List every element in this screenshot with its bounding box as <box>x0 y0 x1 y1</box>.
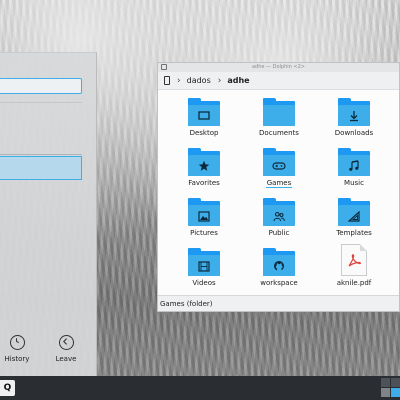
music-folder-icon <box>338 148 370 176</box>
chevron-right-icon: › <box>177 75 181 86</box>
breadcrumb-dados[interactable]: dados <box>187 76 211 85</box>
item-downloads[interactable]: Downloads <box>324 98 384 137</box>
item-label: Videos <box>192 279 216 287</box>
documents-folder-icon <box>263 98 295 126</box>
templates-folder-icon <box>338 198 370 226</box>
pager-desktop-1[interactable] <box>381 378 390 387</box>
chevron-right-icon: › <box>217 75 222 86</box>
application-launcher-button[interactable]: Q <box>0 380 15 396</box>
clock-icon <box>9 335 25 350</box>
favorites-folder-icon <box>188 148 220 176</box>
pdf-file-icon <box>341 244 367 276</box>
item-documents[interactable]: Documents <box>249 98 309 137</box>
item-favorites[interactable]: Favorites <box>174 148 234 187</box>
item-music[interactable]: Music <box>324 148 384 187</box>
downloads-folder-icon <box>338 98 370 126</box>
pager-desktop-4-active[interactable] <box>391 388 400 397</box>
item-label: Downloads <box>334 129 374 137</box>
window-titlebar[interactable]: adhe — Dolphin <2> <box>158 63 399 72</box>
item-label: Games <box>265 179 293 188</box>
history-label: History <box>4 355 30 363</box>
virtual-desktop-pager[interactable] <box>381 378 400 398</box>
item-aknile-pdf[interactable]: aknile.pdf <box>324 244 384 287</box>
status-text: Games (folder) <box>160 300 213 308</box>
item-label: Public <box>268 229 290 237</box>
item-label: Desktop <box>189 129 219 137</box>
window-title: adhe — Dolphin <2> <box>251 64 305 70</box>
arrow-left-circle-icon <box>58 335 74 350</box>
item-templates[interactable]: Templates <box>324 198 384 237</box>
item-label: workspace <box>260 279 298 287</box>
desktop-folder-icon <box>188 98 220 126</box>
item-desktop[interactable]: Desktop <box>174 98 234 137</box>
item-label: aknile.pdf <box>336 279 372 287</box>
pager-desktop-3[interactable] <box>381 388 390 397</box>
file-view[interactable]: Desktop Documents Downloads Favorites Ga… <box>158 90 399 295</box>
item-videos[interactable]: Videos <box>174 248 234 287</box>
launcher-divider <box>0 102 82 103</box>
launcher-divider <box>0 154 82 155</box>
item-label: Documents <box>259 129 299 137</box>
games-folder-icon <box>263 148 295 176</box>
location-bar: › dados › adhe <box>158 72 399 90</box>
videos-folder-icon <box>188 248 220 276</box>
launcher-selected-item[interactable] <box>0 156 82 180</box>
status-bar: Games (folder) <box>158 295 399 311</box>
item-public[interactable]: Public <box>249 198 309 237</box>
taskbar: Q <box>0 376 400 400</box>
app-icon[interactable] <box>161 64 167 70</box>
launcher-search-input[interactable] <box>0 78 82 94</box>
leave-label: Leave <box>55 355 77 363</box>
item-label: Pictures <box>190 229 218 237</box>
pager-desktop-2[interactable] <box>391 378 400 387</box>
item-games[interactable]: Games <box>249 148 309 188</box>
application-launcher-panel: History Leave <box>0 52 97 377</box>
launcher-button-label: Q <box>3 383 12 393</box>
workspace-folder-icon <box>263 248 295 276</box>
item-label: Music <box>344 179 364 187</box>
device-icon[interactable] <box>164 76 170 85</box>
leave-button[interactable]: Leave <box>46 335 86 363</box>
history-button[interactable]: History <box>0 335 37 363</box>
item-label: Favorites <box>188 179 220 187</box>
item-pictures[interactable]: Pictures <box>174 198 234 237</box>
item-workspace[interactable]: workspace <box>249 248 309 287</box>
breadcrumb-adhe[interactable]: adhe <box>227 76 249 85</box>
pictures-folder-icon <box>188 198 220 226</box>
item-label: Templates <box>336 229 372 237</box>
public-folder-icon <box>263 198 295 226</box>
dolphin-window: adhe — Dolphin <2> › dados › adhe Deskto… <box>157 62 400 312</box>
